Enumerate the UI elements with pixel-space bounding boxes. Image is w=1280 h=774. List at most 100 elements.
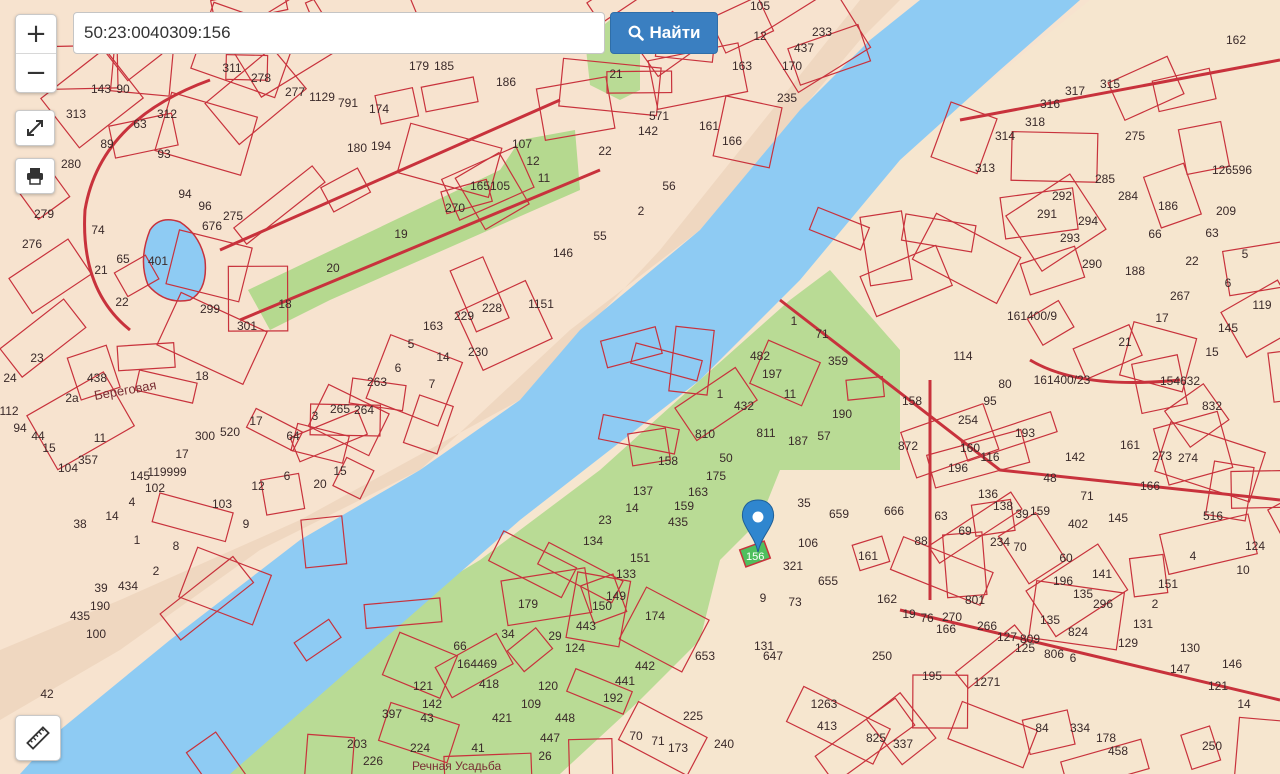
parcel-number: 12 [526, 154, 540, 168]
parcel-number: 24 [3, 371, 17, 385]
parcel-number: 166 [936, 622, 956, 636]
parcel-number: 100 [86, 627, 106, 641]
zoom-controls: + − [15, 14, 57, 93]
parcel-number: 190 [832, 407, 852, 421]
parcel-number: 315 [1100, 77, 1120, 91]
parcel-number: 147 [1170, 662, 1190, 676]
parcel-number: 150 [592, 599, 612, 613]
parcel-number: 161400/9 [1007, 309, 1057, 323]
parcel-number: 11 [784, 387, 797, 401]
print-button[interactable] [15, 158, 55, 194]
parcel-number: 17 [1155, 311, 1169, 325]
cadastral-map[interactable]: 162315317316318314313275126596285284186 2… [0, 0, 1280, 774]
parcel-number: 174 [369, 102, 389, 116]
parcel-number: 294 [1078, 214, 1098, 228]
parcel-number: 159 [674, 499, 694, 513]
parcel-number: 126596 [1212, 163, 1252, 177]
parcel-number: 418 [479, 677, 499, 691]
parcel-number: 263 [367, 375, 387, 389]
parcel-number: 143 [91, 82, 111, 96]
parcel-number: 76 [920, 611, 934, 625]
printer-icon [27, 168, 43, 185]
parcel-number: 17 [249, 414, 263, 428]
parcel-number: 44 [31, 429, 45, 443]
parcel-number: 60 [1059, 551, 1073, 565]
parcel-number: 274 [1178, 451, 1198, 465]
parcel-number: 125 [1015, 641, 1035, 655]
parcel-number: 26 [538, 749, 552, 763]
parcel-number: 55 [593, 229, 607, 243]
parcel-number: 337 [893, 737, 913, 751]
parcel-number: 73 [788, 595, 802, 609]
parcel-number: 14 [625, 501, 639, 515]
selected-parcel-label: 156 [746, 551, 764, 563]
parcel-number: 70 [629, 729, 643, 743]
zoom-out-button[interactable]: − [16, 53, 56, 92]
parcel-number: 63 [934, 509, 948, 523]
parcel-number: 129 [1118, 636, 1138, 650]
parcel-number: 130 [1180, 641, 1200, 655]
parcel-number: 15 [1205, 345, 1219, 359]
parcel-number: 313 [66, 107, 86, 121]
parcel-number: 2a [65, 391, 79, 405]
parcel-number: 230 [468, 345, 488, 359]
parcel-number: 810 [695, 427, 715, 441]
parcel-number: 66 [453, 639, 467, 653]
parcel-number: 520 [220, 425, 240, 439]
parcel-number: 74 [91, 223, 105, 237]
parcel-number: 170 [782, 59, 802, 73]
parcel-number: 90 [116, 82, 130, 96]
parcel-number: 21 [1118, 335, 1132, 349]
parcel-number: 357 [78, 453, 98, 467]
parcel-number: 482 [750, 349, 770, 363]
parcel-number: 23 [30, 351, 44, 365]
zoom-in-button[interactable]: + [16, 15, 56, 53]
parcel-number: 12 [753, 29, 767, 43]
parcel-number: 285 [1095, 172, 1115, 186]
parcel-number: 250 [872, 649, 892, 663]
parcel-number: 334 [1070, 721, 1090, 735]
parcel-number: 11 [94, 431, 107, 445]
parcel-number: 278 [251, 71, 271, 85]
cadastral-number-search-input[interactable] [73, 12, 605, 54]
parcel-number: 103 [212, 497, 232, 511]
parcel-number: 292 [1052, 189, 1072, 203]
parcel-number: 11 [538, 171, 551, 185]
parcel-number: 186 [1158, 199, 1178, 213]
parcel-number: 138 [993, 499, 1013, 513]
parcel-number: 158 [658, 454, 678, 468]
parcel-number: 226 [363, 754, 383, 768]
parcel-number: 275 [223, 209, 243, 223]
fullscreen-button[interactable] [15, 110, 55, 146]
search-button[interactable]: Найти [610, 12, 718, 54]
parcel-number: 3 [312, 409, 319, 423]
parcel-number: 57 [817, 429, 831, 443]
expand-icon [27, 120, 43, 136]
parcel-number: 121 [1208, 679, 1228, 693]
parcel-number: 21 [609, 67, 623, 81]
parcel-number: 112 [0, 404, 19, 418]
measure-button[interactable] [15, 715, 61, 761]
parcel-number: 71 [651, 734, 665, 748]
parcel-number: 806 [1044, 647, 1064, 661]
parcel-number: 71 [815, 327, 829, 341]
parcel-number: 235 [777, 91, 797, 105]
parcel-number: 162 [877, 592, 897, 606]
parcel-number: 38 [73, 517, 87, 531]
parcel-number: 250 [1202, 739, 1222, 753]
parcel-number: 124 [565, 641, 585, 655]
parcel-number: 178 [1096, 731, 1116, 745]
parcel-number: 63 [133, 117, 147, 131]
parcel-number: 571 [649, 109, 669, 123]
parcel-number: 69 [958, 524, 972, 538]
parcel-number: 94 [13, 421, 27, 435]
parcel-number: 438 [87, 371, 107, 385]
parcel-number: 39 [1015, 507, 1029, 521]
parcel-number: 402 [1068, 517, 1088, 531]
parcel-number: 234 [990, 535, 1010, 549]
parcel-number: 163 [732, 59, 752, 73]
parcel-number: 22 [115, 295, 129, 309]
parcel-number: 23 [598, 513, 612, 527]
parcel-number: 94 [178, 187, 192, 201]
parcel-number: 185 [434, 59, 454, 73]
